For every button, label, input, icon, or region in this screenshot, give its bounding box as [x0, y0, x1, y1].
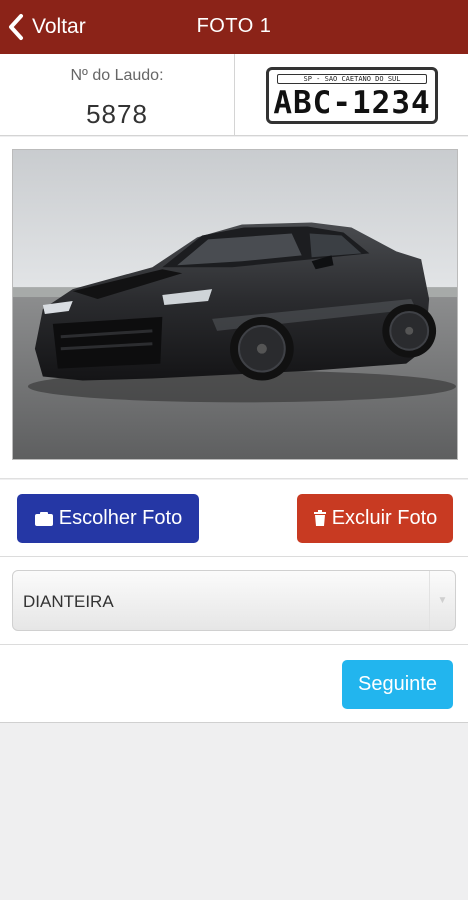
- camera-icon: [34, 511, 53, 526]
- chevron-down-icon: ▼: [429, 571, 455, 630]
- car-image: [13, 150, 457, 459]
- page-title: FOTO 1: [196, 15, 272, 37]
- position-select[interactable]: DIANTEIRA ▼: [12, 570, 456, 631]
- position-row: DIANTEIRA ▼: [0, 557, 468, 645]
- plate-number: ABC-1234: [273, 85, 431, 121]
- info-panel: Nº do Laudo: 5878 SP - SAO CAETANO DO SU…: [0, 54, 468, 136]
- next-button[interactable]: Seguinte: [342, 660, 453, 709]
- photo-actions: Escolher Foto Excluir Foto: [0, 480, 468, 557]
- plate-region: SP - SAO CAETANO DO SUL: [277, 74, 427, 84]
- laudo-number: 5878: [86, 99, 148, 129]
- position-selected-value: DIANTEIRA: [23, 592, 114, 611]
- choose-photo-label: Escolher Foto: [58, 507, 183, 529]
- license-plate: SP - SAO CAETANO DO SUL ABC-1234: [266, 67, 438, 124]
- delete-photo-button[interactable]: Excluir Foto: [297, 494, 453, 543]
- trash-icon: [313, 510, 326, 526]
- top-bar: Voltar FOTO 1: [0, 0, 468, 54]
- choose-photo-button[interactable]: Escolher Foto: [17, 494, 199, 543]
- delete-photo-label: Excluir Foto: [331, 507, 438, 529]
- next-row: Seguinte: [0, 645, 468, 723]
- photo-section: [0, 137, 468, 479]
- laudo-label: Nº do Laudo:: [70, 67, 164, 84]
- car-photo[interactable]: [12, 149, 458, 460]
- laudo-box: Nº do Laudo: 5878: [0, 54, 235, 136]
